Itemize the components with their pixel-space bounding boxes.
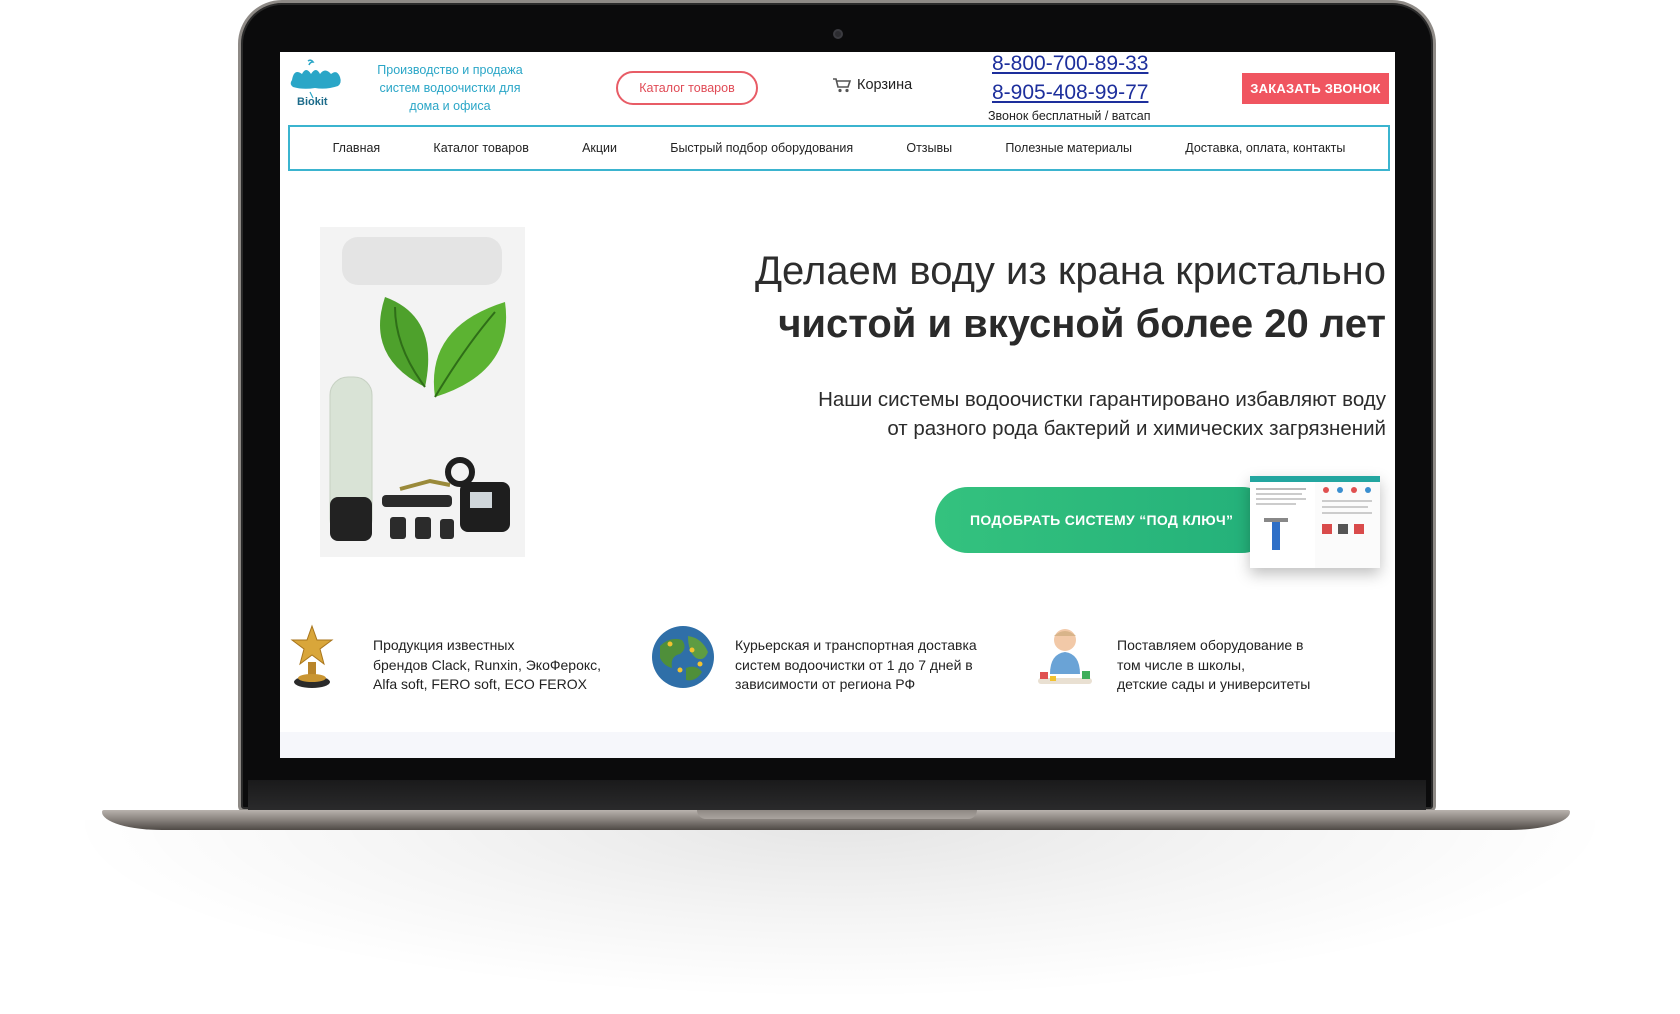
order-call-button[interactable]: ЗАКАЗАТЬ ЗВОНОК: [1242, 73, 1389, 104]
tagline-line: дома и офиса: [409, 99, 491, 113]
feature-line: Alfa soft, FERO soft, ECO FEROX: [373, 676, 587, 692]
feature-text: Курьерская и транспортная доставка систе…: [735, 636, 977, 695]
cart-link[interactable]: Корзина: [832, 77, 912, 93]
main-nav: Главная Каталог товаров Акции Быстрый по…: [288, 125, 1390, 171]
phone-link-primary[interactable]: 8-800-700-89-33: [992, 52, 1148, 76]
hero-title-line-bold: чистой и вкусной более 20 лет: [778, 302, 1386, 346]
hero-subtitle-line: от разного рода бактерий и химических за…: [887, 417, 1386, 440]
hero-title-line: Делаем воду из крана кристально: [754, 249, 1386, 293]
nav-item-useful-materials[interactable]: Полезные материалы: [1005, 141, 1132, 155]
nav-item-home[interactable]: Главная: [333, 141, 381, 155]
nav-item-reviews[interactable]: Отзывы: [906, 141, 952, 155]
feature-line: Поставляем оборудование в: [1117, 637, 1304, 653]
next-section-strip: [280, 732, 1395, 758]
feature-text: Поставляем оборудование в том числе в шк…: [1117, 636, 1310, 695]
nav-item-promotions[interactable]: Акции: [582, 141, 617, 155]
website-screen: Biokit Производство и продажа систем вод…: [280, 52, 1395, 758]
brochure-image[interactable]: [1250, 476, 1380, 568]
feature-line: Продукция известных: [373, 637, 515, 653]
cart-icon: [833, 78, 852, 93]
feature-line: зависимости от региона РФ: [735, 676, 916, 692]
feature-text: Продукция известных брендов Clack, Runxi…: [373, 636, 601, 695]
hero-subtitle: Наши системы водоочистки гарантировано и…: [818, 385, 1386, 443]
feature-line: систем водоочистки от 1 до 7 дней в: [735, 656, 973, 673]
hero-subtitle-line: Наши системы водоочистки гарантировано и…: [818, 388, 1386, 411]
webcam: [833, 29, 843, 39]
tagline-line: Производство и продажа: [377, 63, 523, 77]
nav-item-catalog[interactable]: Каталог товаров: [433, 141, 528, 155]
laptop-bezel-bottom: [248, 780, 1426, 812]
feature-line: детские сады и университеты: [1117, 676, 1311, 692]
trophy-icon: [290, 624, 334, 688]
logo-text: Biokit: [297, 96, 328, 108]
hero-title: Делаем воду из крана кристально чистой и…: [755, 245, 1386, 351]
catalog-button[interactable]: Каталог товаров: [616, 71, 758, 105]
select-system-button[interactable]: ПОДОБРАТЬ СИСТЕМУ “ПОД КЛЮЧ”: [935, 487, 1275, 553]
globe-icon: [652, 626, 714, 688]
child-icon: [1038, 629, 1092, 684]
feature-line: том числе в школы,: [1117, 656, 1245, 673]
feature-line: брендов Clack, Runxin, ЭкоФерокс,: [373, 656, 602, 673]
tagline-line: систем водоочистки для: [379, 81, 521, 95]
cart-label: Корзина: [857, 77, 913, 93]
product-image: [320, 227, 525, 557]
phone-note: Звонок бесплатный / ватсап: [988, 109, 1151, 123]
phone-link-secondary[interactable]: 8-905-408-99-77: [992, 81, 1148, 105]
nav-item-delivery-contacts[interactable]: Доставка, оплата, контакты: [1185, 141, 1345, 155]
header-tagline: Производство и продажа систем водоочистк…: [360, 61, 540, 115]
nav-item-quick-selection[interactable]: Быстрый подбор оборудования: [670, 141, 853, 155]
laptop-shadow: [60, 820, 1620, 1000]
laptop-notch: [697, 810, 977, 819]
logo-icon[interactable]: [288, 58, 342, 118]
feature-line: Курьерская и транспортная доставка: [735, 637, 977, 653]
